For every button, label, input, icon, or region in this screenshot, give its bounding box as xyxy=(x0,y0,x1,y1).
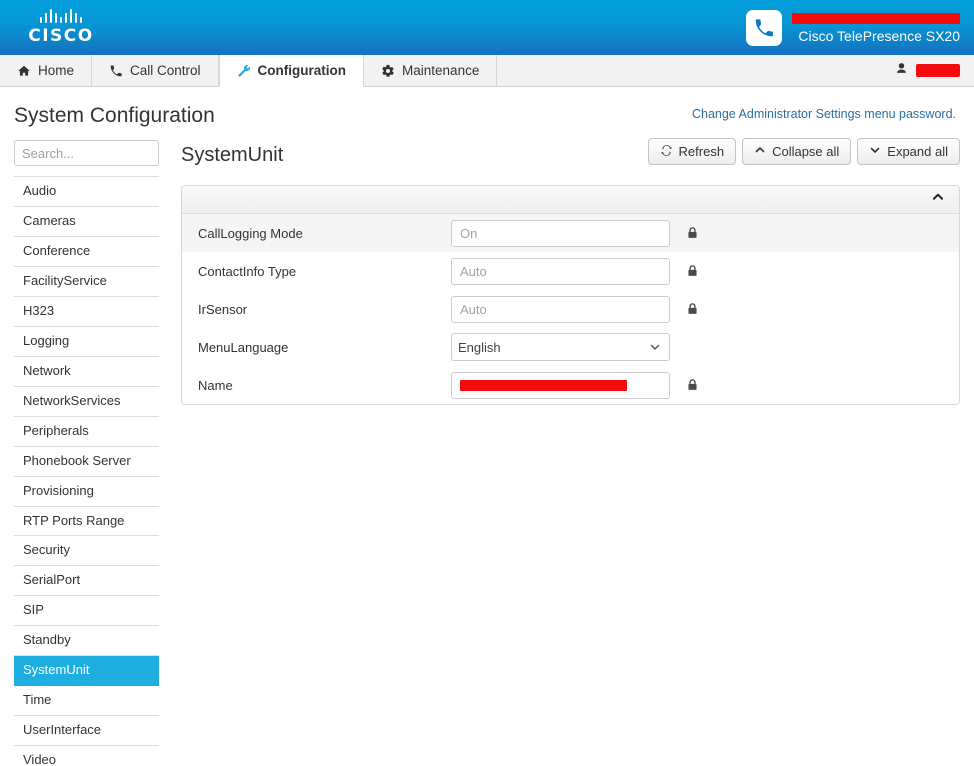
collapse-all-button[interactable]: Collapse all xyxy=(742,138,852,166)
lock-icon xyxy=(678,264,706,278)
search-input[interactable] xyxy=(14,140,159,167)
sidebar-item-rtp-ports-range[interactable]: RTP Ports Range xyxy=(14,507,159,537)
settings-panel: CallLogging Mode ContactInfo Type xyxy=(181,185,960,406)
device-owner-redaction xyxy=(792,12,960,24)
table-row: MenuLanguage English xyxy=(182,328,959,367)
sidebar-item-peripherals[interactable]: Peripherals xyxy=(14,417,159,447)
tab-call-control-label: Call Control xyxy=(130,63,201,78)
setting-label-irsensor: IrSensor xyxy=(198,301,248,317)
sidebar-item-standby[interactable]: Standby xyxy=(14,626,159,657)
table-row: Name xyxy=(182,366,959,405)
gear-icon xyxy=(381,64,395,78)
page-body: Audio Cameras Conference FacilityService… xyxy=(0,138,974,766)
sidebar-item-serialport[interactable]: SerialPort xyxy=(14,566,159,597)
tab-maintenance-label: Maintenance xyxy=(402,63,480,78)
chevron-up-icon xyxy=(931,190,945,209)
table-row: CallLogging Mode xyxy=(182,214,959,253)
sidebar-item-provisioning[interactable]: Provisioning xyxy=(14,477,159,507)
sidebar-item-time[interactable]: Time xyxy=(14,686,159,717)
sidebar-item-network[interactable]: Network xyxy=(14,357,159,387)
sidebar-item-cameras[interactable]: Cameras xyxy=(14,207,159,238)
phone-icon xyxy=(746,9,782,46)
sidebar-item-sip[interactable]: SIP xyxy=(14,596,159,627)
table-row: ContactInfo Type xyxy=(182,252,959,291)
contactinfo-type-input[interactable] xyxy=(451,257,670,285)
wrench-icon xyxy=(237,64,251,78)
sidebar-item-networkservices[interactable]: NetworkServices xyxy=(14,387,159,417)
menulanguage-select-wrap: English xyxy=(451,333,670,362)
user-icon xyxy=(895,62,908,80)
device-model-label: Cisco TelePresence SX20 xyxy=(798,27,960,44)
content-header: SystemUnit Refresh Collapse all Expand a… xyxy=(181,138,960,170)
action-buttons: Refresh Collapse all Expand all xyxy=(647,138,960,166)
cisco-logo: CISCO xyxy=(18,9,104,46)
refresh-icon xyxy=(660,144,673,160)
device-info: Cisco TelePresence SX20 xyxy=(792,12,960,44)
setting-label-contactinfo-type: ContactInfo Type xyxy=(198,263,297,279)
sidebar-item-systemunit[interactable]: SystemUnit xyxy=(14,656,159,687)
header-right-group: Cisco TelePresence SX20 xyxy=(746,0,960,55)
expand-all-button[interactable]: Expand all xyxy=(857,138,960,166)
tab-call-control[interactable]: Call Control xyxy=(92,55,219,86)
table-row: IrSensor xyxy=(182,290,959,329)
page-header: System Configuration Change Administrato… xyxy=(0,87,974,128)
setting-label-menulanguage: MenuLanguage xyxy=(198,339,289,355)
sidebar-item-security[interactable]: Security xyxy=(14,536,159,567)
section-title: SystemUnit xyxy=(181,143,284,166)
lock-icon xyxy=(678,226,706,240)
panel-collapse-toggle[interactable] xyxy=(182,186,959,215)
name-value-redaction xyxy=(460,379,627,391)
content-area: SystemUnit Refresh Collapse all Expand a… xyxy=(181,138,960,406)
menulanguage-select[interactable]: English xyxy=(451,333,670,362)
tab-home[interactable]: Home xyxy=(0,55,93,86)
tab-home-label: Home xyxy=(38,63,75,78)
sidebar-item-h323[interactable]: H323 xyxy=(14,297,159,327)
sidebar-item-conference[interactable]: Conference xyxy=(14,237,159,267)
refresh-button[interactable]: Refresh xyxy=(647,138,737,166)
irsensor-input[interactable] xyxy=(451,295,670,323)
phone-icon xyxy=(109,64,123,78)
tab-configuration[interactable]: Configuration xyxy=(218,55,365,87)
setting-label-calllogging-mode: CallLogging Mode xyxy=(198,225,303,241)
sidebar: Audio Cameras Conference FacilityService… xyxy=(14,140,159,766)
home-icon xyxy=(17,64,31,78)
sidebar-item-audio[interactable]: Audio xyxy=(14,176,159,208)
sidebar-item-video[interactable]: Video xyxy=(14,746,159,766)
sidebar-item-userinterface[interactable]: UserInterface xyxy=(14,716,159,746)
refresh-label: Refresh xyxy=(678,144,725,160)
chevron-up-icon xyxy=(754,144,766,159)
lock-icon xyxy=(678,302,706,316)
sidebar-item-logging[interactable]: Logging xyxy=(14,327,159,357)
cisco-wordmark: CISCO xyxy=(28,26,94,46)
setting-label-name: Name xyxy=(198,377,233,393)
expand-all-label: Expand all xyxy=(887,144,948,160)
name-input[interactable] xyxy=(451,371,670,399)
user-account-area[interactable] xyxy=(895,55,960,86)
username-redaction xyxy=(916,64,960,77)
chevron-down-icon xyxy=(869,144,881,159)
sidebar-list: Audio Cameras Conference FacilityService… xyxy=(14,176,159,766)
sidebar-item-phonebook-server[interactable]: Phonebook Server xyxy=(14,447,159,477)
main-navigation: Home Call Control Configuration Maintena… xyxy=(0,55,974,87)
tab-maintenance[interactable]: Maintenance xyxy=(364,55,498,86)
sidebar-item-facilityservice[interactable]: FacilityService xyxy=(14,267,159,297)
change-admin-password-link[interactable]: Change Administrator Settings menu passw… xyxy=(692,107,956,121)
collapse-all-label: Collapse all xyxy=(772,144,840,160)
calllogging-mode-input[interactable] xyxy=(451,219,670,247)
app-header: CISCO Cisco TelePresence SX20 xyxy=(0,0,974,55)
lock-icon xyxy=(678,378,706,392)
sidebar-search-wrap xyxy=(14,140,159,170)
cisco-bars-logo-icon xyxy=(40,9,82,23)
tab-configuration-label: Configuration xyxy=(257,63,347,78)
